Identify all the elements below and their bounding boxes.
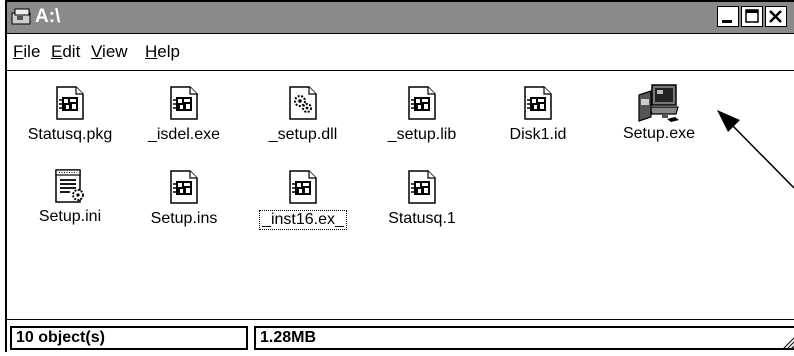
- annotation-arrow-icon: [717, 110, 794, 189]
